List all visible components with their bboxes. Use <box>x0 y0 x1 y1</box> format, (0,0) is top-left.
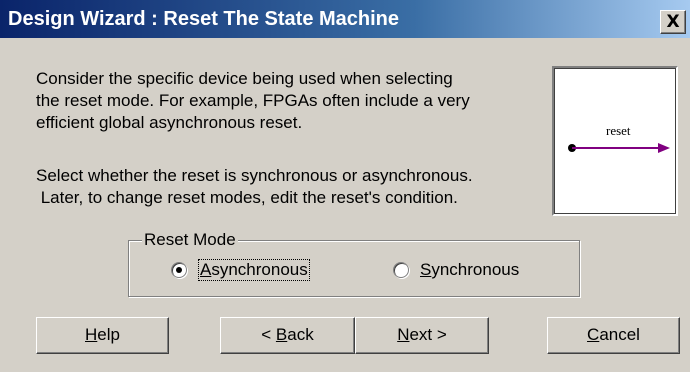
description-line: efficient global asynchronous reset. <box>36 113 303 132</box>
close-icon: X <box>666 12 680 32</box>
synchronous-radio[interactable] <box>393 262 409 278</box>
help-button-label: Help <box>85 325 120 344</box>
back-button[interactable]: < Back <box>220 317 355 354</box>
description-line: the reset mode. For example, FPGAs often… <box>36 91 470 110</box>
title-bar: Design Wizard : Reset The State Machine … <box>0 0 690 38</box>
cancel-button-label: Cancel <box>587 325 640 344</box>
radio-selected-dot <box>176 267 182 273</box>
asynchronous-radio[interactable] <box>171 262 187 278</box>
close-button[interactable]: X <box>660 10 686 34</box>
asynchronous-label[interactable]: Asynchronous <box>198 259 310 281</box>
description-line: Select whether the reset is synchronous … <box>36 166 473 185</box>
description-line: Later, to change reset modes, edit the r… <box>36 188 458 207</box>
reset-arrowhead-icon <box>658 143 670 153</box>
reset-preview-image: reset <box>552 66 678 216</box>
window-title: Design Wizard : Reset The State Machine <box>8 8 400 30</box>
description-paragraph-2: Select whether the reset is synchronous … <box>36 165 473 209</box>
synchronous-label[interactable]: Synchronous <box>420 260 519 280</box>
reset-label: reset <box>606 123 631 138</box>
back-button-label: < Back <box>261 325 314 344</box>
description-line: Consider the specific device being used … <box>36 69 453 88</box>
cancel-button[interactable]: Cancel <box>547 317 680 354</box>
description-paragraph-1: Consider the specific device being used … <box>36 68 470 134</box>
reset-transition-diagram: reset <box>568 123 670 153</box>
help-button[interactable]: Help <box>36 317 169 354</box>
next-button-label: Next > <box>397 325 447 344</box>
reset-mode-legend: Reset Mode <box>142 230 238 249</box>
next-button[interactable]: Next > <box>355 317 489 354</box>
